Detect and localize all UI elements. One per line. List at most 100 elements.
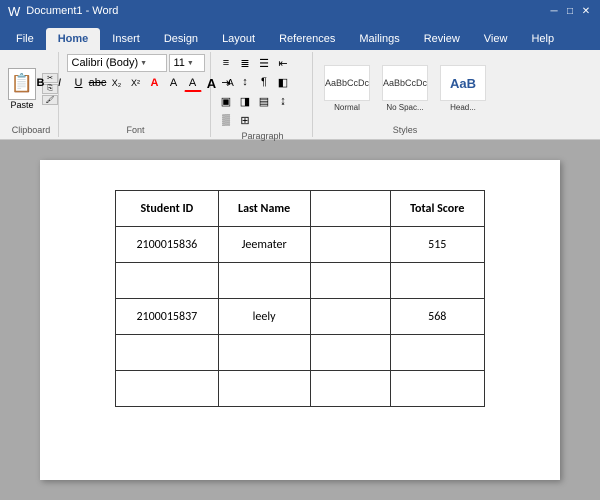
paragraph-controls: ≡ ≣ ☰ ⇤ ⇥ ↕ ¶ ◧ ▣ ◨ ▤ ↨ ▒ ⊞ xyxy=(217,54,308,129)
close-button[interactable]: ✕ xyxy=(580,5,592,17)
style-normal[interactable]: AaBbCcDc Normal xyxy=(320,62,374,115)
window-title: Document1 - Word xyxy=(26,5,118,17)
tab-layout[interactable]: Layout xyxy=(210,28,267,50)
col-total-score: Total Score xyxy=(390,191,484,227)
tab-home[interactable]: Home xyxy=(46,28,101,50)
font-highlight-button[interactable]: A xyxy=(165,74,183,92)
cell-last-name-3: leely xyxy=(218,299,310,335)
cell-total-score-4 xyxy=(390,335,484,371)
document-page: Student ID Last Name Total Score 2100015… xyxy=(40,160,560,480)
window-controls: ─ □ ✕ xyxy=(548,5,592,17)
show-formatting-button[interactable]: ¶ xyxy=(255,73,273,91)
align-center-button[interactable]: ▣ xyxy=(217,92,235,110)
table-row xyxy=(116,371,485,407)
style-normal-name: Normal xyxy=(334,103,360,112)
format-buttons: B I U abc X₂ X² A A A A A xyxy=(32,74,240,92)
app-icon: W xyxy=(8,4,20,19)
font-group-label: Font xyxy=(126,123,144,135)
tab-help[interactable]: Help xyxy=(519,28,566,50)
paragraph-label: Paragraph xyxy=(241,129,283,141)
cell-col3-1 xyxy=(310,227,390,263)
strikethrough-button[interactable]: abc xyxy=(89,74,107,92)
underline-button[interactable]: U xyxy=(70,74,88,92)
cell-student-id-1: 2100015836 xyxy=(116,227,219,263)
style-heading[interactable]: AaB Head... xyxy=(436,62,490,115)
cell-total-score-5 xyxy=(390,371,484,407)
font-format-row: B I U abc X₂ X² A A A A A xyxy=(32,74,240,92)
border-button[interactable]: ⊞ xyxy=(236,111,254,129)
ribbon-tabs: File Home Insert Design Layout Reference… xyxy=(0,22,600,50)
tab-insert[interactable]: Insert xyxy=(100,28,152,50)
cell-last-name-1: Jeemater xyxy=(218,227,310,263)
tab-file[interactable]: File xyxy=(4,28,46,50)
cell-col3-2 xyxy=(310,263,390,299)
clipboard-group: 📋 Paste ✂ ⎘ 🖌 Clipboard xyxy=(4,52,59,137)
col-last-name: Last Name xyxy=(218,191,310,227)
cell-last-name-5 xyxy=(218,371,310,407)
paste-icon: 📋 xyxy=(8,68,36,100)
styles-group: AaBbCcDc Normal AaBbCcDc No Spac... AaB … xyxy=(315,52,495,137)
font-size-value: 11 xyxy=(174,57,185,69)
tab-design[interactable]: Design xyxy=(152,28,210,50)
tab-review[interactable]: Review xyxy=(412,28,472,50)
style-no-spacing[interactable]: AaBbCcDc No Spac... xyxy=(378,62,432,115)
table-row xyxy=(116,335,485,371)
maximize-button[interactable]: □ xyxy=(564,5,576,17)
title-bar: W Document1 - Word ─ □ ✕ xyxy=(0,0,600,22)
font-color-button[interactable]: A xyxy=(146,74,164,92)
minimize-button[interactable]: ─ xyxy=(548,5,560,17)
decrease-indent-button[interactable]: ⇤ xyxy=(274,54,292,72)
document-area: Student ID Last Name Total Score 2100015… xyxy=(0,140,600,500)
cell-student-id-2 xyxy=(116,263,219,299)
paste-button[interactable]: 📋 Paste xyxy=(4,66,40,112)
ribbon: 📋 Paste ✂ ⎘ 🖌 Clipboard Calibri (Body) ▼… xyxy=(0,50,600,140)
increase-indent-button[interactable]: ⇥ xyxy=(217,73,235,91)
align-left-button[interactable]: ◧ xyxy=(274,73,292,91)
table-row: 2100015836 Jeemater 515 xyxy=(116,227,485,263)
multilevel-list-button[interactable]: ☰ xyxy=(255,54,273,72)
font-name-arrow: ▼ xyxy=(140,60,147,67)
styles-content: AaBbCcDc Normal AaBbCcDc No Spac... AaB … xyxy=(320,54,490,123)
justify-button[interactable]: ▤ xyxy=(255,92,273,110)
col-empty xyxy=(310,191,390,227)
font-name-row: Calibri (Body) ▼ 11 ▼ xyxy=(67,54,205,72)
cell-last-name-4 xyxy=(218,335,310,371)
cell-col3-4 xyxy=(310,335,390,371)
font-name-selector[interactable]: Calibri (Body) ▼ xyxy=(67,54,167,72)
font-name-value: Calibri (Body) xyxy=(72,57,139,69)
style-heading-name: Head... xyxy=(450,103,476,112)
format-painter-button[interactable]: 🖌 xyxy=(42,95,58,105)
style-heading-preview: AaB xyxy=(440,65,486,101)
sort-button[interactable]: ↕ xyxy=(236,73,254,91)
cell-last-name-2 xyxy=(218,263,310,299)
numbered-list-button[interactable]: ≣ xyxy=(236,54,254,72)
shading-button[interactable]: ▒ xyxy=(217,111,235,129)
styles-label: Styles xyxy=(393,123,418,135)
superscript-button[interactable]: X² xyxy=(127,74,145,92)
title-bar-left: W Document1 - Word xyxy=(8,4,118,19)
paragraph-group: ≡ ≣ ☰ ⇤ ⇥ ↕ ¶ ◧ ▣ ◨ ▤ ↨ ▒ ⊞ Paragraph xyxy=(213,52,313,137)
cell-total-score-1: 515 xyxy=(390,227,484,263)
tab-mailings[interactable]: Mailings xyxy=(347,28,411,50)
bullet-list-button[interactable]: ≡ xyxy=(217,54,235,72)
tab-view[interactable]: View xyxy=(472,28,520,50)
col-student-id: Student ID xyxy=(116,191,219,227)
text-color-button[interactable]: A xyxy=(184,74,202,92)
style-normal-preview: AaBbCcDc xyxy=(324,65,370,101)
table-row xyxy=(116,263,485,299)
font-size-selector[interactable]: 11 ▼ xyxy=(169,54,205,72)
cell-student-id-4 xyxy=(116,335,219,371)
style-no-spacing-preview: AaBbCcDc xyxy=(382,65,428,101)
subscript-button[interactable]: X₂ xyxy=(108,74,126,92)
cell-col3-3 xyxy=(310,299,390,335)
cell-student-id-3: 2100015837 xyxy=(116,299,219,335)
style-no-spacing-name: No Spac... xyxy=(386,103,423,112)
align-right-button[interactable]: ◨ xyxy=(236,92,254,110)
cell-total-score-2 xyxy=(390,263,484,299)
paste-label: Paste xyxy=(10,100,33,110)
tab-references[interactable]: References xyxy=(267,28,347,50)
italic-button[interactable]: I xyxy=(51,74,69,92)
cell-col3-5 xyxy=(310,371,390,407)
line-spacing-button[interactable]: ↨ xyxy=(274,92,292,110)
cell-total-score-3: 568 xyxy=(390,299,484,335)
